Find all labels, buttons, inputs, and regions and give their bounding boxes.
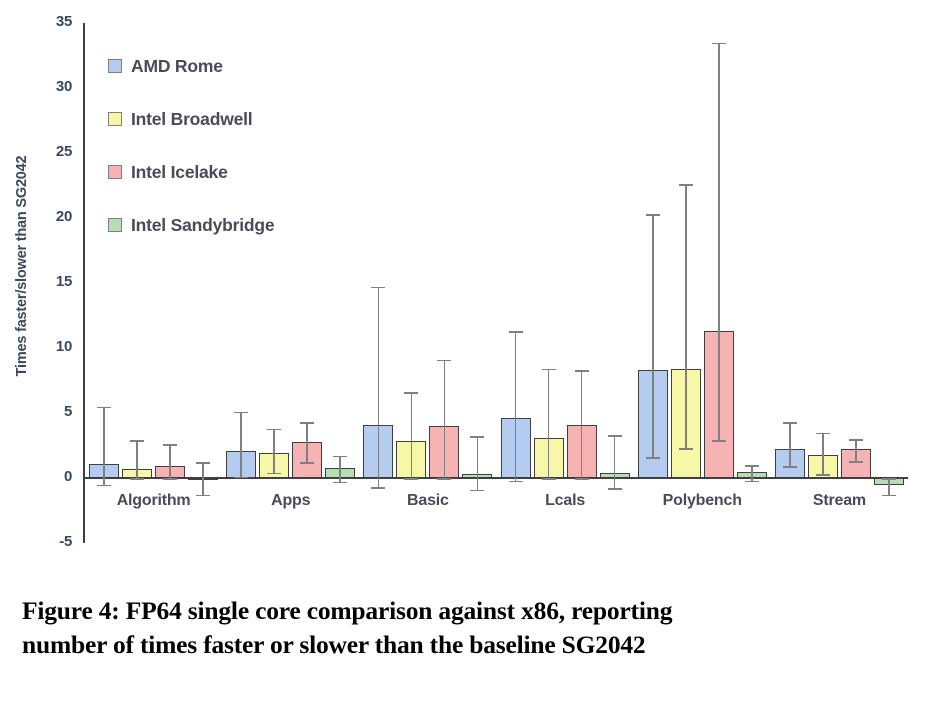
error-bar-line — [514, 331, 517, 481]
error-bar-line — [789, 422, 791, 467]
error-bar-cap-upper — [234, 411, 249, 414]
error-bar-line — [273, 428, 276, 473]
y-axis-tick-label: 20 — [55, 208, 72, 225]
error-bar-cap-upper — [645, 214, 660, 216]
error-bar-cap-lower — [744, 480, 759, 483]
error-bar-cap-lower — [163, 478, 178, 480]
caption-line-2: number of times faster or slower than th… — [22, 630, 646, 659]
bar-group: Apps — [222, 0, 359, 575]
figure-caption: Figure 4: FP64 single core comparison ag… — [22, 594, 920, 662]
error-bar-cap-upper — [508, 331, 523, 333]
error-bar-line — [547, 368, 550, 478]
error-bar-line — [169, 444, 171, 478]
bar-group: Lcals — [497, 0, 634, 575]
error-bar-cap-upper — [815, 432, 830, 435]
x-axis-category-label: Polybench — [662, 492, 742, 509]
error-bar-cap-lower — [645, 457, 660, 459]
error-bar-cap-upper — [163, 444, 178, 446]
error-bar-line — [136, 440, 138, 478]
error-bar-cap-upper — [300, 422, 315, 424]
error-bar-cap-upper — [196, 462, 211, 464]
caption-line-1: Figure 4: FP64 single core comparison ag… — [22, 596, 673, 625]
y-axis-ticks: 35 30 25 20 15 10 5 0 -5 — [0, 0, 78, 575]
y-axis-tick-label: 15 — [55, 273, 72, 290]
error-bar-cap-upper — [574, 370, 589, 372]
bar-group: Algorithm — [85, 0, 222, 575]
error-bar-cap-upper — [782, 422, 797, 424]
x-axis-category-label: Basic — [407, 492, 449, 509]
bar-group: Basic — [359, 0, 496, 575]
x-axis-category-label: Lcals — [545, 492, 586, 509]
error-bar-cap-upper — [333, 455, 348, 458]
y-axis-tick-label: 10 — [55, 338, 72, 355]
error-bar-line — [855, 439, 857, 462]
y-axis-tick-label: -5 — [59, 533, 72, 550]
error-bar-line — [717, 42, 720, 441]
error-bar-line — [202, 462, 204, 495]
error-bar-cap-lower — [97, 484, 112, 487]
error-bar-cap-upper — [404, 392, 419, 394]
y-axis-tick-label: 35 — [55, 13, 72, 30]
error-bar-line — [580, 370, 583, 478]
error-bar-cap-lower — [404, 478, 419, 480]
error-bar-cap-lower — [130, 478, 145, 480]
error-bar-cap-upper — [711, 42, 726, 45]
error-bar-cap-lower — [711, 440, 726, 442]
error-bar-cap-upper — [678, 184, 693, 186]
error-bar-line — [410, 392, 413, 478]
x-axis-category-label: Apps — [271, 492, 311, 509]
error-bar-line — [306, 422, 309, 463]
error-bar-line — [613, 435, 616, 489]
error-bar-cap-upper — [130, 440, 145, 442]
x-axis-category-label: Algorithm — [116, 492, 191, 509]
error-bar-cap-upper — [437, 359, 452, 362]
error-bar-cap-upper — [97, 406, 112, 409]
error-bar-line — [750, 465, 753, 481]
error-bar-line — [651, 214, 654, 458]
error-bar-line — [339, 455, 342, 482]
error-bar-cap-upper — [371, 286, 386, 289]
error-bar-line — [822, 432, 824, 475]
error-bar-cap-lower — [300, 462, 315, 464]
error-bar-line — [240, 411, 243, 477]
x-axis-category-label: Stream — [812, 492, 866, 509]
error-bar-cap-lower — [541, 478, 556, 480]
error-bar-cap-upper — [744, 465, 759, 467]
y-axis-tick-label: 0 — [63, 468, 72, 485]
error-bar-cap-lower — [574, 478, 589, 480]
bar-group: Polybench — [634, 0, 771, 575]
y-axis-tick-label: 5 — [63, 403, 72, 420]
error-bar-cap-upper — [470, 436, 485, 438]
error-bar-cap-lower — [782, 466, 797, 468]
error-bar-cap-upper — [607, 435, 622, 437]
error-bar-line — [684, 184, 687, 449]
error-bar-cap-lower — [508, 480, 523, 483]
error-bar-line — [443, 359, 446, 478]
error-bar-cap-lower — [678, 448, 693, 450]
figure-container: Times faster/slower than SG2042 35 30 25 20… — [0, 0, 932, 707]
y-axis-tick-label: 25 — [55, 143, 72, 160]
error-bar-cap-lower — [333, 481, 348, 484]
bar-groups: Algorithm Apps Basic Lcals Polybench Stream — [85, 0, 908, 575]
error-bar-line — [476, 436, 479, 490]
error-bar-cap-upper — [541, 368, 556, 371]
error-bar-cap-lower — [848, 461, 863, 463]
error-bar-cap-upper — [848, 439, 863, 441]
error-bar-cap-lower — [815, 474, 830, 476]
error-bar-cap-lower — [607, 488, 622, 490]
error-bar-line — [377, 286, 380, 488]
error-bar-line — [103, 406, 105, 485]
error-bar-cap-lower — [234, 476, 249, 479]
error-bar-cap-upper — [267, 428, 282, 431]
error-bar-cap-lower — [267, 472, 282, 475]
y-axis-tick-label: 30 — [55, 78, 72, 95]
error-bar-cap-lower — [437, 478, 452, 480]
bar-group: Stream — [771, 0, 908, 575]
chart-area: Times faster/slower than SG2042 35 30 25 20… — [0, 0, 932, 575]
error-bar-cap-upper — [881, 478, 896, 480]
error-bar-cap-lower — [371, 487, 386, 489]
